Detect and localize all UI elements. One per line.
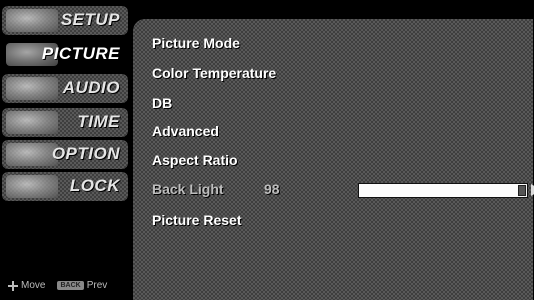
main-menu-sidebar: SETUP PICTURE AUDIO TIME OPTION LOCK Mov… bbox=[0, 0, 130, 300]
back-light-slider[interactable] bbox=[358, 183, 528, 198]
sidebar-item-label: TIME bbox=[77, 112, 120, 131]
back-light-value: 98 bbox=[264, 181, 280, 197]
menu-item-label: Back Light bbox=[152, 181, 224, 197]
lock-icon bbox=[6, 175, 58, 198]
menu-item-label: Advanced bbox=[152, 123, 219, 139]
back-light-slider-fill bbox=[359, 184, 524, 197]
prev-label: Prev bbox=[86, 280, 108, 291]
menu-item-color-temperature[interactable]: Color Temperature bbox=[152, 65, 276, 87]
menu-item-label: Picture Mode bbox=[152, 35, 240, 51]
navigation-hint: Move BACK Prev bbox=[8, 280, 130, 296]
menu-item-advanced[interactable]: Advanced bbox=[152, 123, 219, 145]
sidebar-item-label: AUDIO bbox=[62, 78, 120, 97]
menu-item-aspect-ratio[interactable]: Aspect Ratio bbox=[152, 152, 238, 174]
move-icon bbox=[8, 280, 18, 291]
sidebar-item-label: OPTION bbox=[51, 144, 120, 163]
sidebar-item-time[interactable]: TIME bbox=[2, 108, 128, 137]
sidebar-item-audio[interactable]: AUDIO bbox=[2, 74, 128, 103]
sidebar-item-lock[interactable]: LOCK bbox=[2, 172, 128, 201]
menu-item-label: Picture Reset bbox=[152, 212, 242, 228]
back-light-slider-handle[interactable] bbox=[518, 185, 526, 196]
picture-submenu-panel: Picture Mode Color Temperature DB Advanc… bbox=[133, 19, 534, 300]
audio-icon bbox=[6, 77, 58, 100]
sidebar-item-picture[interactable]: PICTURE bbox=[2, 40, 128, 69]
menu-item-picture-reset[interactable]: Picture Reset bbox=[152, 212, 241, 234]
sidebar-item-option[interactable]: OPTION bbox=[2, 140, 128, 169]
menu-item-label: Color Temperature bbox=[152, 65, 277, 81]
time-icon bbox=[6, 111, 58, 134]
sidebar-item-setup[interactable]: SETUP bbox=[2, 6, 128, 35]
menu-item-label: DB bbox=[152, 95, 173, 111]
menu-item-db[interactable]: DB bbox=[152, 95, 172, 117]
setup-icon bbox=[6, 9, 58, 32]
back-key-icon: BACK bbox=[57, 281, 84, 290]
menu-item-picture-mode[interactable]: Picture Mode bbox=[152, 35, 240, 57]
move-label: Move bbox=[21, 280, 46, 291]
sidebar-item-label: PICTURE bbox=[41, 44, 120, 63]
menu-item-label: Aspect Ratio bbox=[152, 152, 238, 168]
sidebar-item-label: SETUP bbox=[60, 10, 120, 29]
menu-item-back-light[interactable]: Back Light 98 bbox=[152, 181, 534, 203]
option-icon bbox=[6, 143, 58, 166]
sidebar-item-label: LOCK bbox=[69, 176, 120, 195]
